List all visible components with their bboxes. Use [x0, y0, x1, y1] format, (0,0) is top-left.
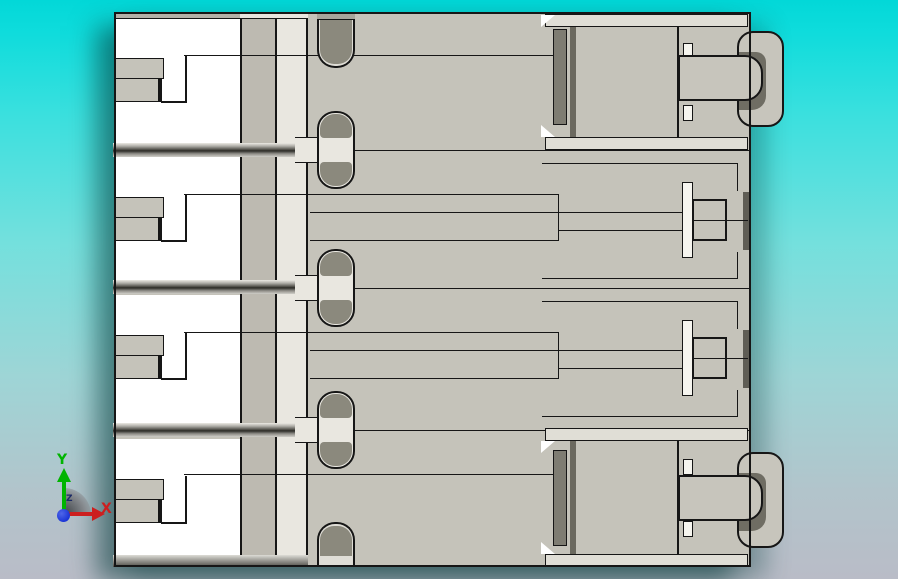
- slot-window: [295, 275, 317, 301]
- chamber-line: [184, 332, 558, 333]
- inset-line: [542, 301, 738, 302]
- y-axis-arrowhead: [57, 468, 71, 482]
- step-line: [185, 194, 187, 242]
- cavity-4-chamber: [115, 439, 240, 557]
- channel-line: [558, 194, 559, 241]
- latch-band: [545, 137, 748, 150]
- slot-cavity: [320, 300, 352, 324]
- step-block: [115, 217, 162, 241]
- inset-line: [542, 416, 738, 417]
- slot-cavity: [320, 162, 352, 186]
- boundary-line: [308, 150, 749, 151]
- housing-divider: [570, 12, 576, 143]
- slot-cavity: [320, 114, 352, 138]
- slot-window: [295, 137, 317, 163]
- origin-point[interactable]: [57, 509, 70, 522]
- slot-window: [295, 417, 317, 443]
- retainer-bar: [683, 459, 693, 475]
- terminal-slot[interactable]: [317, 249, 355, 327]
- z-axis-label: Z: [66, 494, 73, 504]
- cavity-2-chamber: [115, 157, 240, 281]
- part-edge: [749, 12, 751, 567]
- chamber-line: [184, 55, 553, 56]
- step-line: [185, 332, 187, 380]
- terminal-slot[interactable]: [317, 14, 355, 68]
- x-axis-label: X: [101, 501, 112, 517]
- chamber-line: [184, 194, 558, 195]
- slot-cavity: [320, 394, 352, 418]
- contact-strip[interactable]: [553, 29, 567, 125]
- slot-cavity: [320, 526, 352, 556]
- terminal-slot[interactable]: [317, 111, 355, 189]
- boundary-line: [308, 288, 749, 289]
- part-edge: [114, 565, 751, 567]
- inset-line: [737, 252, 738, 279]
- channel-line: [558, 230, 682, 231]
- retainer-bar: [683, 105, 693, 121]
- separator-rod: [113, 423, 308, 437]
- orientation-triad[interactable]: Y X Z: [40, 450, 130, 540]
- channel-line: [310, 212, 682, 213]
- channel-line: [310, 350, 682, 351]
- inset-line: [542, 163, 738, 164]
- chamber-line: [184, 474, 553, 475]
- channel-line: [558, 332, 559, 379]
- step-line: [185, 476, 187, 524]
- contact-strip[interactable]: [553, 450, 567, 546]
- step-block: [115, 335, 164, 356]
- inset-line: [737, 301, 738, 329]
- step-line: [185, 55, 187, 103]
- retainer-bar: [683, 521, 693, 537]
- channel-line: [310, 240, 558, 241]
- separator-rod: [113, 280, 308, 294]
- cavity-3-chamber: [115, 295, 240, 425]
- step-line: [161, 522, 187, 524]
- step-block: [115, 78, 162, 102]
- terminal-slot[interactable]: [317, 391, 355, 469]
- latch-band: [545, 14, 748, 27]
- inset-line: [737, 390, 738, 417]
- step-line: [161, 101, 187, 103]
- t-bar-pin[interactable]: [682, 320, 693, 396]
- corner-notch: [541, 125, 555, 137]
- cavity-1-chamber: [115, 18, 240, 143]
- slot-cavity: [320, 252, 352, 276]
- x-axis-arrow[interactable]: [69, 512, 92, 516]
- slot-cavity: [320, 442, 352, 466]
- step-block: [115, 355, 162, 379]
- part-edge: [114, 12, 751, 14]
- part-cross-section[interactable]: [113, 12, 784, 567]
- t-bar-pin[interactable]: [682, 182, 693, 258]
- step-line: [161, 378, 187, 380]
- separator-rod: [113, 143, 308, 157]
- terminal-slot[interactable]: [317, 522, 355, 567]
- latch-band: [545, 428, 748, 441]
- channel-line: [310, 378, 558, 379]
- inset-line: [737, 163, 738, 191]
- step-block: [115, 197, 164, 218]
- inset-line: [542, 278, 738, 279]
- slot-cavity: [320, 18, 352, 64]
- step-line: [161, 240, 187, 242]
- housing-divider: [570, 437, 576, 555]
- viewport-background[interactable]: Y X Z: [0, 0, 898, 579]
- step-block: [115, 58, 164, 79]
- y-axis-label: Y: [57, 452, 68, 468]
- channel-line: [558, 368, 682, 369]
